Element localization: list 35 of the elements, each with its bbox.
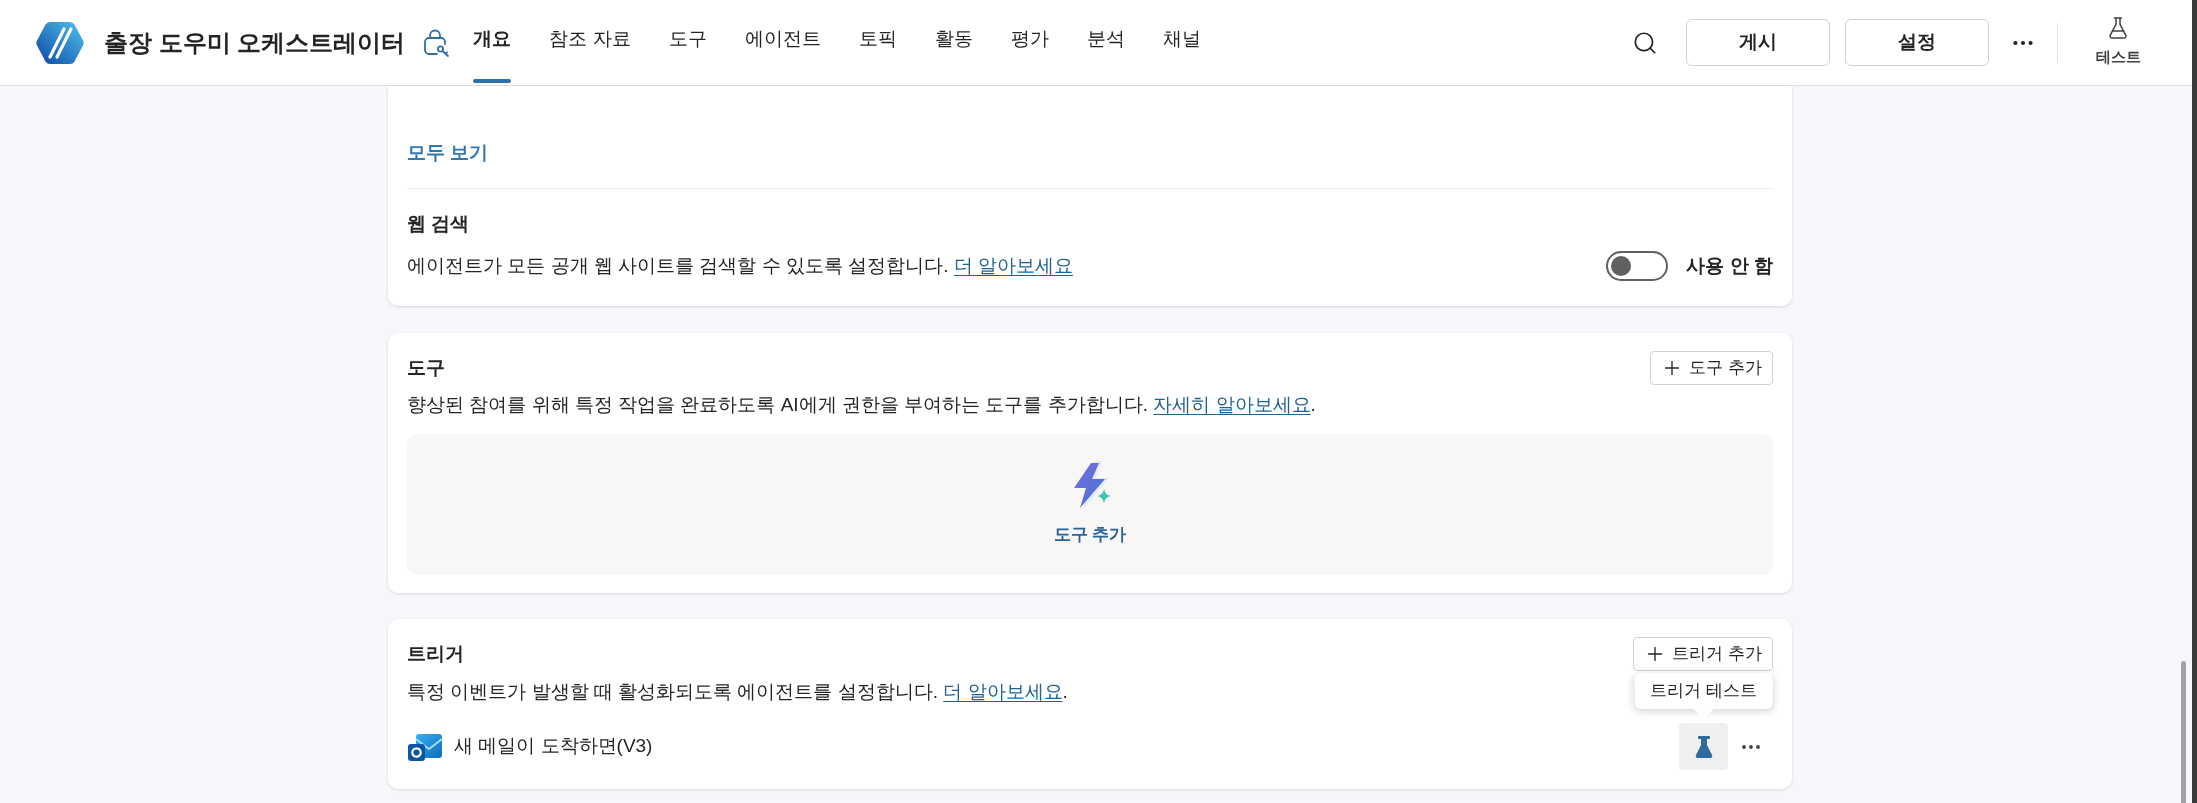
header-button[interactable]: 설정 [1845, 19, 1989, 66]
logo-icon [36, 20, 84, 65]
learn-more-link[interactable]: 자세히 알아보세요 [1153, 394, 1311, 415]
nav-tab[interactable]: 개요 [473, 0, 512, 85]
bag-key-icon [422, 28, 451, 57]
add-tool-link[interactable]: 도구 추가 [1053, 522, 1127, 548]
test-button[interactable]: 테스트 [2086, 16, 2150, 69]
section-title: 웹 검색 [407, 212, 470, 236]
scrollbar-thumb[interactable] [2181, 661, 2186, 803]
nav-tab[interactable]: 분석 [1086, 0, 1125, 85]
trigger-name: 새 메일이 도착하면(V3) [454, 734, 653, 759]
nav-tab[interactable]: 평가 [1010, 0, 1049, 85]
search-icon[interactable] [1632, 29, 1658, 56]
nav-tab[interactable]: 토픽 [858, 0, 897, 85]
learn-more-link[interactable]: 더 알아보세요 [943, 681, 1063, 702]
nav-tab[interactable]: 활동 [934, 0, 973, 85]
toggle-status-label: 사용 안 함 [1686, 253, 1773, 278]
toggle-switch[interactable] [1606, 251, 1669, 281]
flask-icon [2106, 16, 2130, 41]
view-all-link[interactable]: 모두 보기 [407, 139, 489, 167]
nav-tab[interactable]: 채널 [1162, 0, 1201, 85]
nav-tab[interactable]: 에이전트 [744, 0, 821, 85]
header-button[interactable]: 게시 [1686, 19, 1830, 66]
nav-tab[interactable]: 참조 자료 [549, 0, 631, 85]
nav-tab[interactable]: 도구 [668, 0, 707, 85]
section-description: 향상된 참여를 위해 특정 작업을 완료하도록 AI에게 권한을 부여하는 도구를 추가합니다. 자세히 알아보세요. [407, 393, 1317, 417]
section-description: 에이전트가 모든 공개 웹 사이트를 검색할 수 있도록 설정합니다. 더 알아보세요 [407, 254, 1074, 278]
add-trigger-button[interactable]: 트리거 추가 [1633, 637, 1773, 671]
test-trigger-button[interactable] [1679, 723, 1728, 770]
agent-title: 출장 도우미 오케스트레이터 [104, 27, 406, 58]
section-title: 트리거 [407, 641, 464, 666]
learn-more-link[interactable]: 더 알아보세요 [953, 255, 1074, 276]
flask-icon [1693, 734, 1714, 759]
section-title: 도구 [407, 355, 445, 380]
add-tool-button[interactable]: 도구 추가 [1650, 351, 1773, 385]
